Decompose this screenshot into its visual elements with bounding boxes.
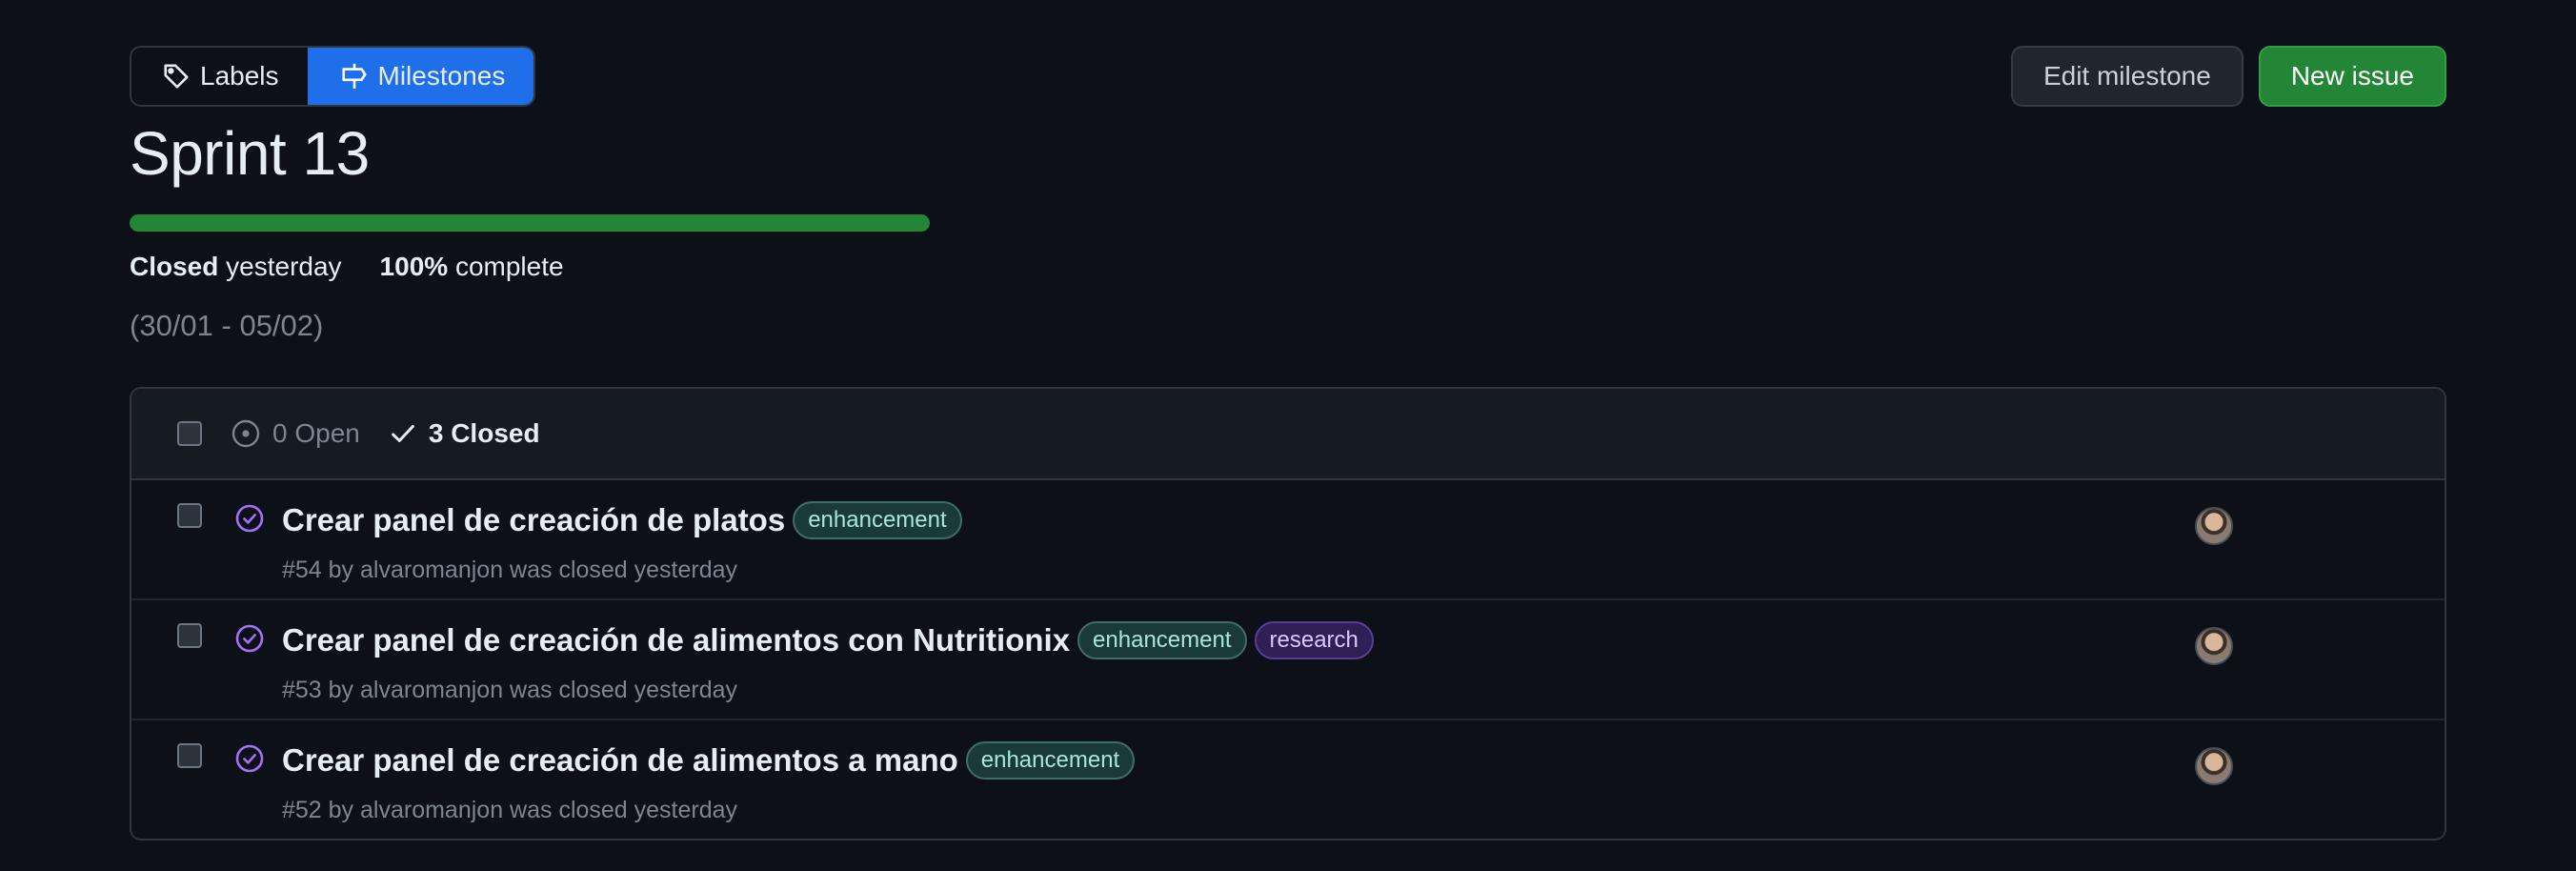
avatar[interactable] <box>2195 747 2233 785</box>
labels-tab-label: Labels <box>200 61 279 91</box>
label-research[interactable]: research <box>1254 621 1374 659</box>
issue-open-icon <box>231 419 260 448</box>
issue-meta: #54 by alvaromanjon was closed yesterday <box>282 557 738 583</box>
page-title: Sprint 13 <box>130 119 370 188</box>
issues-list-header: 0 Open 3 Closed <box>131 389 2445 480</box>
issue-checkbox[interactable] <box>177 503 202 528</box>
new-issue-button[interactable]: New issue <box>2258 46 2446 107</box>
status-strong: Closed <box>130 252 219 281</box>
complete-rest: complete <box>454 252 564 281</box>
open-count: 0 Open <box>272 418 360 448</box>
issue-checkbox[interactable] <box>177 743 202 768</box>
status-rest: yesterday <box>226 252 342 281</box>
labels-tab[interactable]: Labels <box>131 48 308 105</box>
issue-row: Crear panel de creación de alimentos con… <box>131 600 2445 720</box>
milestone-meta: Closed yesterday 100% complete <box>130 252 564 282</box>
closed-issues-tab[interactable]: 3 Closed <box>389 418 540 449</box>
milestone-icon <box>341 63 367 90</box>
issue-title-line: Crear panel de creación de platos enhanc… <box>282 501 962 539</box>
issue-meta: #53 by alvaromanjon was closed yesterday <box>282 677 738 703</box>
issue-closed-icon <box>235 624 264 653</box>
label-enhancement[interactable]: enhancement <box>965 741 1136 780</box>
issue-title-link[interactable]: Crear panel de creación de alimentos a m… <box>282 742 958 779</box>
subnav: Labels Milestones <box>130 46 536 107</box>
issue-meta: #52 by alvaromanjon was closed yesterday <box>282 797 738 823</box>
avatar[interactable] <box>2195 507 2233 545</box>
label-enhancement[interactable]: enhancement <box>793 501 962 539</box>
milestone-completion: 100% complete <box>380 252 564 282</box>
issue-title-line: Crear panel de creación de alimentos a m… <box>282 741 1136 780</box>
milestones-tab[interactable]: Milestones <box>307 48 534 105</box>
edit-milestone-button[interactable]: Edit milestone <box>2010 46 2244 107</box>
issue-closed-icon <box>235 504 264 533</box>
milestone-progress-bar <box>130 214 930 232</box>
milestone-actions: Edit milestone New issue <box>2010 46 2446 107</box>
issue-closed-icon <box>235 744 264 773</box>
milestone-status: Closed yesterday <box>130 252 342 282</box>
tag-icon <box>164 64 189 89</box>
open-issues-tab[interactable]: 0 Open <box>231 418 360 449</box>
check-icon <box>392 425 414 442</box>
issue-checkbox[interactable] <box>177 623 202 648</box>
issue-row: Crear panel de creación de platos enhanc… <box>131 480 2445 600</box>
avatar[interactable] <box>2195 627 2233 665</box>
issues-list: 0 Open 3 Closed Crear panel de creación … <box>130 387 2446 841</box>
closed-count: 3 Closed <box>428 418 540 448</box>
label-enhancement[interactable]: enhancement <box>1077 621 1247 659</box>
issue-title-link[interactable]: Crear panel de creación de alimentos con… <box>282 622 1070 658</box>
milestone-dates: (30/01 - 05/02) <box>130 309 324 342</box>
issue-row: Crear panel de creación de alimentos a m… <box>131 720 2445 839</box>
progress-fill <box>130 214 930 232</box>
select-all-checkbox[interactable] <box>177 421 202 446</box>
complete-strong: 100% <box>379 252 449 281</box>
milestones-tab-label: Milestones <box>377 61 506 91</box>
issue-title-link[interactable]: Crear panel de creación de platos <box>282 502 785 538</box>
issue-title-line: Crear panel de creación de alimentos con… <box>282 621 1374 659</box>
